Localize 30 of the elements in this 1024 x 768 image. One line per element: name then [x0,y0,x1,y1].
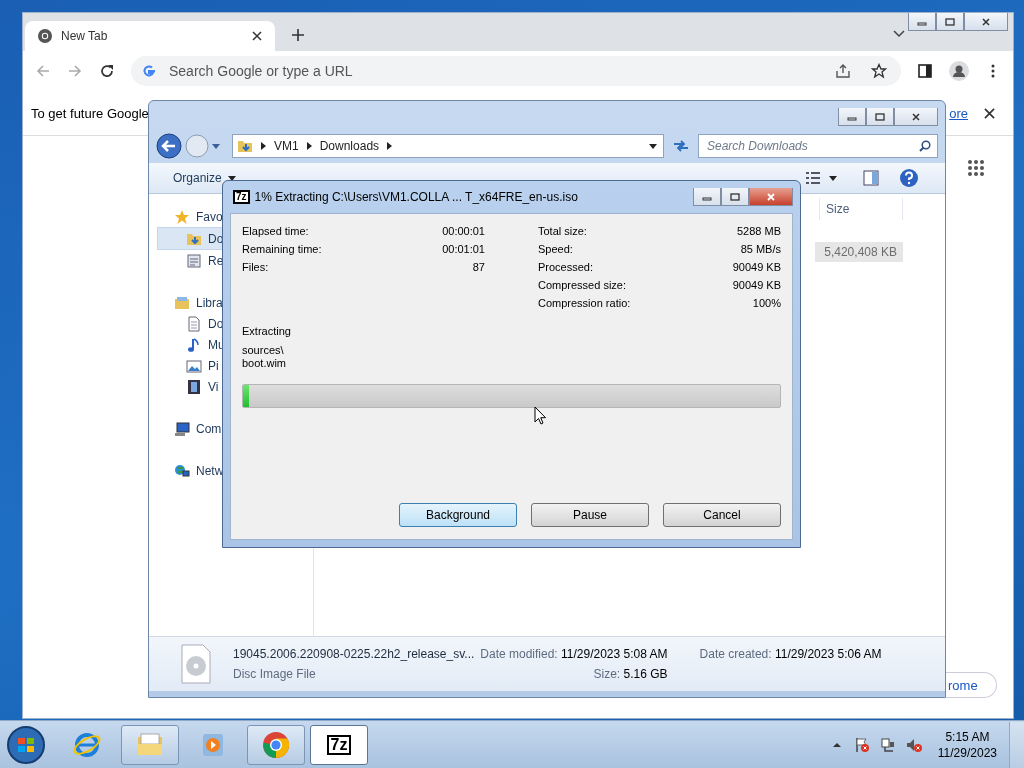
status-text: Extracting [242,325,292,337]
stat-value: 90049 KB [732,261,781,273]
file-path-text: boot.wim [242,357,287,370]
stat-value: 100% [752,297,781,309]
field-value: 11/29/2023 5:08 AM [561,647,668,661]
stat-value: 00:00:01 [442,225,485,237]
window-title: 1% Extracting C:\Users\VM1.COLLA ... T_x64FRE_en-us.iso [254,190,578,204]
stat-value: 87 [472,261,485,273]
stat-value: 5288 MB [736,225,781,237]
field-label: Date created: [699,647,772,661]
field-value: 11/29/2023 5:06 AM [774,647,882,661]
stat-label: Compression ratio: [538,297,631,309]
stat-label: Processed: [538,261,594,273]
stat-label: Elapsed time: [242,225,309,237]
info-bar-text: To get future Google [31,105,149,121]
stat-label: Compressed size: [538,279,627,291]
field-label: Size: [593,667,621,681]
stat-value: 90049 KB [732,279,781,291]
stat-label: Remaining time: [242,243,322,255]
field-value: 5.16 GB [623,667,668,681]
app-logo: 7z [233,190,250,204]
file-type: Disc Image File [233,667,317,681]
stat-value: 00:01:01 [442,243,485,255]
stat-label: Total size: [538,225,587,237]
field-label: Date modified: [480,647,558,661]
file-path-text: sources\ [242,344,284,357]
stat-label: Files: [242,261,269,273]
stat-label: Speed: [538,243,573,255]
stat-value: 85 MB/s [740,243,781,255]
file-name: 19045.2006.220908-0225.22h2_release_sv... [233,647,475,661]
